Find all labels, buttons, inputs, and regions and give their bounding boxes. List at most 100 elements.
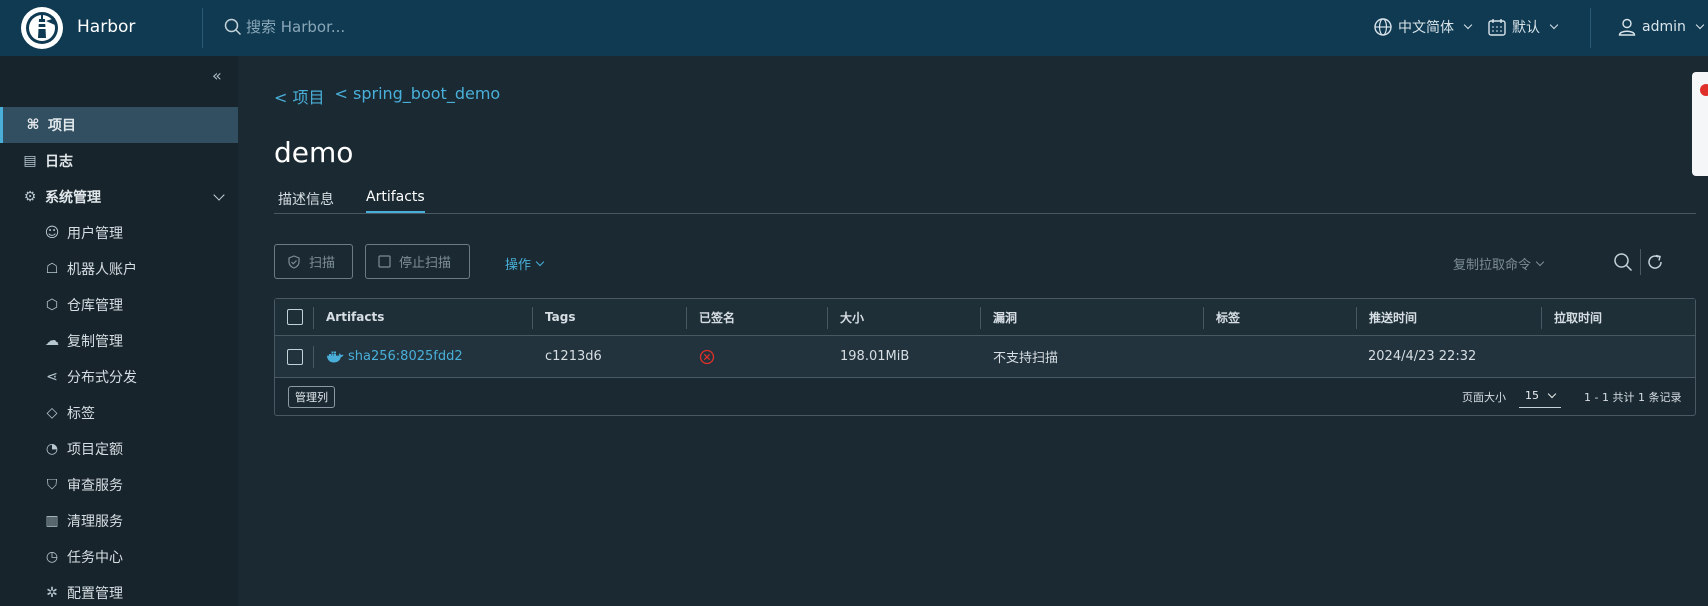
log-icon: ▤ — [23, 153, 37, 169]
sidebar-item-replications[interactable]: ☁ 复制管理 — [0, 323, 238, 359]
breadcrumb-projects-link[interactable]: < 项目 — [274, 84, 325, 108]
sidebar-item-label: 日志 — [45, 154, 73, 170]
chevron-down-icon — [1547, 389, 1557, 398]
user-name: admin — [1642, 19, 1686, 35]
stop-scan-button[interactable]: 停止扫描 — [365, 244, 470, 279]
search-input[interactable]: 搜索 Harbor... — [246, 16, 345, 37]
language-label: 中文简体 — [1398, 20, 1454, 36]
column-header-artifacts[interactable]: Artifacts — [326, 299, 384, 335]
robot-icon: ☖ — [45, 261, 59, 277]
collapse-sidebar-icon[interactable]: « — [212, 66, 222, 85]
row-checkbox[interactable] — [287, 348, 303, 365]
column-separator — [686, 307, 687, 329]
floating-side-tab[interactable] — [1692, 72, 1708, 176]
scan-button[interactable]: 扫描 — [274, 244, 353, 279]
globe-icon — [1374, 18, 1392, 36]
shield-check-icon — [288, 254, 300, 269]
copy-pull-label: 复制拉取命令 — [1453, 258, 1532, 273]
column-separator — [1541, 307, 1542, 329]
sidebar-item-administration[interactable]: ⚙ 系统管理 — [0, 179, 238, 215]
breadcrumb-project-link[interactable]: < spring_boot_demo — [335, 84, 501, 108]
harbor-logo[interactable] — [21, 7, 63, 49]
actions-dropdown[interactable]: 操作 — [505, 254, 545, 273]
sidebar-item-labels[interactable]: ◇ 标签 — [0, 395, 238, 431]
sidebar-item-projects[interactable]: ⌘ 项目 — [0, 107, 238, 143]
push-time-cell: 2024/4/23 22:32 — [1368, 349, 1477, 364]
tab-artifacts[interactable]: Artifacts — [366, 189, 425, 213]
tab-info[interactable]: 描述信息 — [278, 189, 334, 215]
column-header-signed[interactable]: 已签名 — [699, 299, 735, 335]
sidebar-item-users[interactable]: ☺ 用户管理 — [0, 215, 238, 251]
copy-pull-command-dropdown[interactable]: 复制拉取命令 — [1453, 254, 1545, 273]
scan-button-label: 扫描 — [309, 256, 336, 271]
table-footer: 管理列 页面大小 15 1 - 1 共计 1 条记录 — [275, 379, 1695, 415]
replication-icon: ☁ — [45, 333, 59, 349]
column-header-vulnerabilities[interactable]: 漏洞 — [993, 299, 1017, 335]
global-search[interactable]: 搜索 Harbor... — [224, 16, 345, 37]
sidebar-item-label: 标签 — [67, 406, 95, 422]
user-icon — [1618, 18, 1636, 36]
sidebar-item-label: 机器人账户 — [67, 262, 137, 278]
sidebar-item-label: 任务中心 — [67, 550, 123, 566]
project-icon: ⌘ — [26, 117, 40, 133]
theme-label: 默认 — [1512, 20, 1540, 36]
sidebar-item-label: 审查服务 — [67, 478, 123, 494]
sidebar-item-label: 分布式分发 — [67, 370, 137, 386]
share-icon: ⋖ — [46, 369, 58, 385]
column-header-push-time[interactable]: 推送时间 — [1369, 299, 1417, 335]
column-header-size[interactable]: 大小 — [840, 299, 864, 335]
language-selector[interactable]: 中文简体 — [1373, 17, 1473, 37]
calendar-icon — [1488, 19, 1506, 36]
header-divider — [202, 8, 203, 48]
brand-name[interactable]: Harbor — [77, 17, 135, 37]
table-row[interactable]: sha256:8025fdd2 c1213d6 198.01MiB 不支持扫描 … — [275, 336, 1695, 378]
notification-badge — [1700, 84, 1708, 96]
column-header-labels[interactable]: 标签 — [1216, 299, 1240, 335]
top-header: Harbor 搜索 Harbor... 中文简体 默认 admin — [0, 0, 1708, 56]
page-size-select[interactable]: 15 — [1519, 384, 1561, 408]
vulnerabilities-cell: 不支持扫描 — [993, 351, 1059, 366]
artifact-digest-link[interactable]: sha256:8025fdd2 — [348, 349, 463, 364]
size-cell: 198.01MiB — [840, 349, 910, 364]
tag-icon: ◇ — [46, 405, 58, 421]
theme-selector[interactable]: 默认 — [1487, 17, 1559, 37]
sidebar-item-job-service[interactable]: ◷ 任务中心 — [0, 539, 238, 575]
manage-columns-button[interactable]: 管理列 — [288, 386, 335, 408]
sidebar: « ⌘ 项目 ▤ 日志 ⚙ 系统管理 ☺ 用户管理 ☖ 机器人账户 ⬡ 仓库管理… — [0, 56, 238, 606]
sidebar-item-distributions[interactable]: ⋖ 分布式分发 — [0, 359, 238, 395]
breadcrumb: < 项目 < spring_boot_demo — [274, 84, 500, 108]
sidebar-item-clean-up[interactable]: ▥ 清理服务 — [0, 503, 238, 539]
gear-icon: ✲ — [46, 585, 58, 601]
tab-bar: 描述信息 Artifacts — [274, 187, 1696, 214]
chevron-down-icon — [1695, 20, 1705, 30]
search-icon[interactable] — [1613, 252, 1633, 272]
refresh-icon[interactable] — [1645, 252, 1665, 272]
select-all-cell — [287, 299, 303, 335]
column-separator — [313, 307, 314, 329]
sidebar-item-logs[interactable]: ▤ 日志 — [0, 143, 238, 179]
header-divider — [1590, 8, 1591, 48]
column-header-pull-time[interactable]: 拉取时间 — [1554, 299, 1602, 335]
sidebar-item-label: 项目定额 — [67, 442, 123, 458]
sidebar-item-registries[interactable]: ⬡ 仓库管理 — [0, 287, 238, 323]
sidebar-item-label: 仓库管理 — [67, 298, 123, 314]
sidebar-item-label: 项目 — [48, 118, 76, 134]
sidebar-item-interrogation[interactable]: ⛉ 审查服务 — [0, 467, 238, 503]
artifact-cell: sha256:8025fdd2 — [326, 336, 463, 377]
sidebar-item-quotas[interactable]: ◔ 项目定额 — [0, 431, 238, 467]
column-header-tags[interactable]: Tags — [545, 299, 575, 335]
sidebar-item-robot-accounts[interactable]: ☖ 机器人账户 — [0, 251, 238, 287]
sidebar-item-label: 系统管理 — [45, 190, 101, 206]
column-separator — [1203, 307, 1204, 329]
user-menu[interactable]: admin — [1617, 17, 1705, 37]
column-separator — [313, 346, 314, 368]
column-separator — [980, 307, 981, 329]
actions-label: 操作 — [505, 258, 532, 273]
sidebar-item-label: 复制管理 — [67, 334, 123, 350]
column-separator — [827, 307, 828, 329]
sidebar-item-configuration[interactable]: ✲ 配置管理 — [0, 575, 238, 606]
column-separator — [1356, 307, 1357, 329]
sidebar-item-label: 配置管理 — [67, 586, 123, 602]
select-all-checkbox[interactable] — [287, 309, 303, 325]
table-header: Artifacts Tags 已签名 大小 漏洞 标签 推送时间 拉取时间 — [275, 299, 1695, 336]
